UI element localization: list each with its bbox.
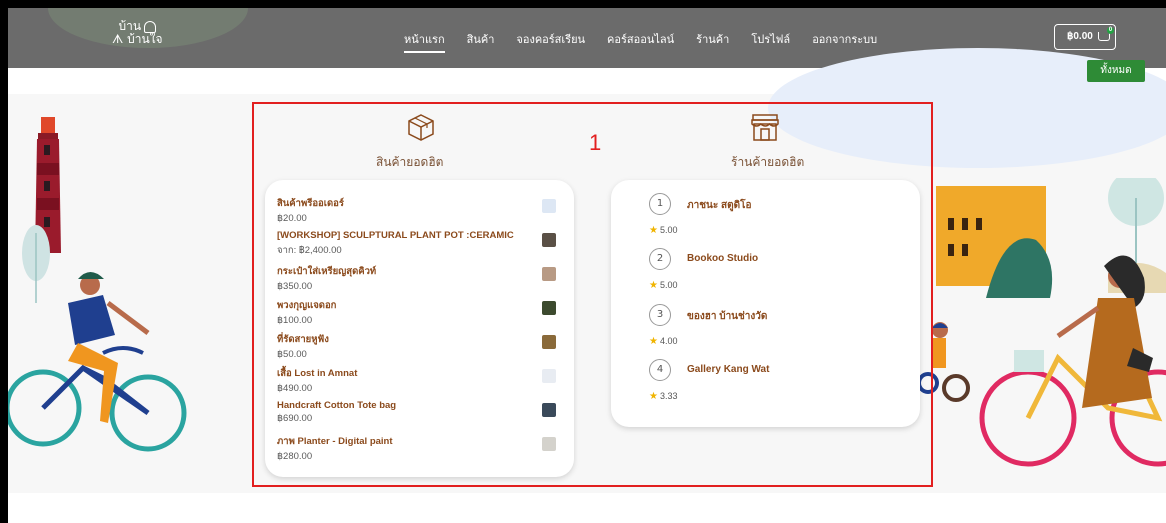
nav-item-products[interactable]: สินค้า <box>467 30 495 53</box>
logo-text-line2: ᗑ บ้านใจ <box>112 32 163 46</box>
products-section-title: สินค้ายอดฮิต <box>376 155 444 169</box>
star-icon: ★ <box>649 280 658 291</box>
product-price: ฿100.00 <box>277 315 313 326</box>
product-name: สินค้าพรีออเดอร์ <box>277 198 344 209</box>
shop-rank: 1 <box>649 193 671 215</box>
nav-item-online-course[interactable]: คอร์สออนไลน์ <box>607 30 674 53</box>
product-item[interactable]: ภาพ Planter - Digital paint ฿280.00 <box>277 434 562 462</box>
product-price: ฿280.00 <box>277 451 313 462</box>
cyclist-left <box>8 272 187 452</box>
rating-value: 5.00 <box>659 280 678 290</box>
product-item[interactable]: เสื้อ Lost in Amnat ฿490.00 <box>277 366 562 394</box>
annotation-number: 1 <box>589 130 602 155</box>
product-price: ฿490.00 <box>277 383 313 394</box>
shop-rank: 4 <box>649 359 671 381</box>
nav-item-shops[interactable]: ร้านค้า <box>696 30 729 53</box>
product-name: เสื้อ Lost in Amnat <box>277 368 358 379</box>
product-thumbnail[interactable] <box>542 403 556 417</box>
product-name: กระเป๋าใส่เหรียญสุดคิวท์ <box>277 266 377 277</box>
product-item[interactable]: สินค้าพรีออเดอร์ ฿20.00 <box>277 196 562 224</box>
product-price: ฿350.00 <box>277 281 313 292</box>
product-thumbnail[interactable] <box>542 267 556 281</box>
product-item[interactable]: ที่รัดสายหูฟัง ฿50.00 <box>277 332 562 360</box>
product-price: ฿20.00 <box>277 213 307 224</box>
right-illustration <box>917 178 1166 467</box>
shop-rating: ★ 5.00 <box>649 280 678 291</box>
shop-name: ของฮา บ้านช่างวัด <box>687 311 768 322</box>
shop-rank: 3 <box>649 304 671 326</box>
all-button[interactable]: ทั้งหมด <box>1087 60 1145 82</box>
nav-item-logout[interactable]: ออกจากระบบ <box>812 30 877 53</box>
product-item[interactable]: Handcraft Cotton Tote bag ฿690.00 <box>277 400 562 424</box>
nav-item-profile[interactable]: โปรไฟล์ <box>751 30 790 53</box>
logo-text-line1: บ้าน <box>118 19 142 33</box>
small-tree <box>22 225 50 303</box>
product-name: ภาพ Planter - Digital paint <box>277 436 393 447</box>
shop-rating: ★ 3.33 <box>649 391 678 402</box>
site-logo[interactable]: บ้าน ᗑ บ้านใจ <box>112 20 163 46</box>
product-thumbnail[interactable] <box>542 199 556 213</box>
main-menu: หน้าแรก สินค้า จองคอร์สเรียน คอร์สออนไลน… <box>404 30 899 53</box>
product-item[interactable]: กระเป๋าใส่เหรียญสุดคิวท์ ฿350.00 <box>277 264 562 292</box>
product-price: ฿690.00 <box>277 413 313 424</box>
shops-section-title: ร้านค้ายอดฮิต <box>731 155 805 169</box>
shop-name: ภาชนะ สตูดิโอ <box>687 200 752 211</box>
shops-card: 1 ภาชนะ สตูดิโอ ★ 5.00 2 Bookoo Studio ★ 5… <box>611 180 920 427</box>
store-icon <box>751 114 779 141</box>
product-price: จาก: ฿2,400.00 <box>277 245 342 256</box>
product-name: [WORKSHOP] SCULPTURAL PLANT POT :CERAMIC <box>277 230 514 241</box>
products-card: สินค้าพรีออเดอร์ ฿20.00 [WORKSHOP] SCULP… <box>265 180 574 477</box>
product-thumbnail[interactable] <box>542 335 556 349</box>
product-thumbnail[interactable] <box>542 301 556 315</box>
cart-button[interactable]: ฿0.00 0 <box>1054 24 1116 50</box>
rating-value: 4.00 <box>659 336 678 346</box>
product-name: ที่รัดสายหูฟัง <box>277 334 329 345</box>
shop-rating: ★ 4.00 <box>649 336 678 347</box>
nav-item-book-course[interactable]: จองคอร์สเรียน <box>516 30 585 53</box>
star-icon: ★ <box>649 391 658 402</box>
product-item[interactable]: พวงกุญแจดอก ฿100.00 <box>277 298 562 326</box>
shop-name: Gallery Kang Wat <box>687 364 770 375</box>
cart-badge: 0 <box>1107 27 1114 34</box>
shop-name: Bookoo Studio <box>687 253 759 264</box>
product-name: Handcraft Cotton Tote bag <box>277 400 397 411</box>
product-thumbnail[interactable] <box>542 369 556 383</box>
product-name: พวงกุญแจดอก <box>277 300 337 311</box>
star-icon: ★ <box>649 336 658 347</box>
shop-rating: ★ 5.00 <box>649 225 678 236</box>
product-thumbnail[interactable] <box>542 437 556 451</box>
shop-rank: 2 <box>649 248 671 270</box>
product-thumbnail[interactable] <box>542 233 556 247</box>
package-icon <box>408 114 434 141</box>
rating-value: 3.33 <box>659 391 678 401</box>
star-icon: ★ <box>649 225 658 236</box>
product-price: ฿50.00 <box>277 349 307 360</box>
cart-amount: ฿0.00 <box>1067 31 1093 42</box>
house-icon <box>144 20 157 33</box>
left-illustration <box>8 117 187 452</box>
nav-item-home[interactable]: หน้าแรก <box>404 30 445 53</box>
browser-viewport: บ้าน ᗑ บ้านใจ หน้าแรก สินค้า จองคอร์สเรี… <box>8 8 1166 523</box>
rating-value: 5.00 <box>659 225 678 235</box>
product-item[interactable]: [WORKSHOP] SCULPTURAL PLANT POT :CERAMIC… <box>277 230 562 258</box>
